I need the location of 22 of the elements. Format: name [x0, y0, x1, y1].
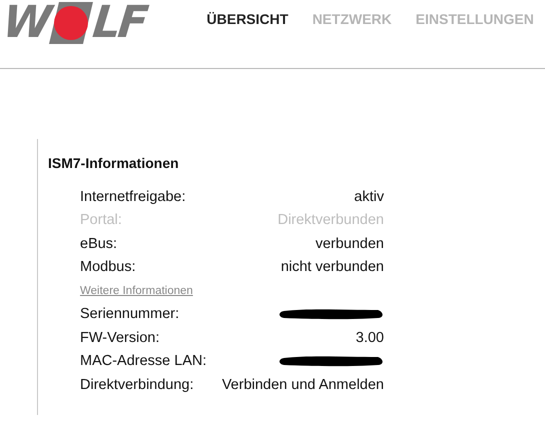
more-info-link[interactable]: Weitere Informationen — [80, 284, 193, 297]
info-value: Direktverbunden — [278, 212, 384, 228]
panel-title: ISM7-Informationen — [48, 155, 180, 171]
info-label: Internetfreigabe: — [80, 188, 186, 205]
logo-text: LF — [90, 2, 147, 44]
info-value: 3.00 — [356, 330, 384, 346]
info-value: aktiv — [354, 188, 384, 205]
info-label: FW-Version: — [80, 330, 160, 346]
info-label: Direktverbindung: — [80, 376, 194, 393]
info-value: verbunden — [315, 236, 384, 252]
nav-tab[interactable]: NETZWERK — [312, 11, 392, 27]
info-label: Portal: — [80, 212, 122, 228]
redaction-scribble-icon — [278, 307, 384, 322]
info-label: MAC-Adresse LAN: — [80, 353, 207, 370]
info-value: Verbinden und Anmelden — [222, 376, 384, 393]
redaction-scribble-icon — [278, 354, 384, 368]
nav-tab[interactable]: ÜBERSICHT — [206, 11, 288, 27]
info-label: Seriennummer: — [80, 306, 180, 322]
info-label: Modbus: — [80, 259, 136, 276]
info-label: eBus: — [80, 236, 118, 252]
info-value: nicht verbunden — [280, 259, 384, 276]
nav-tab[interactable]: EINSTELLUNGEN — [416, 11, 534, 27]
